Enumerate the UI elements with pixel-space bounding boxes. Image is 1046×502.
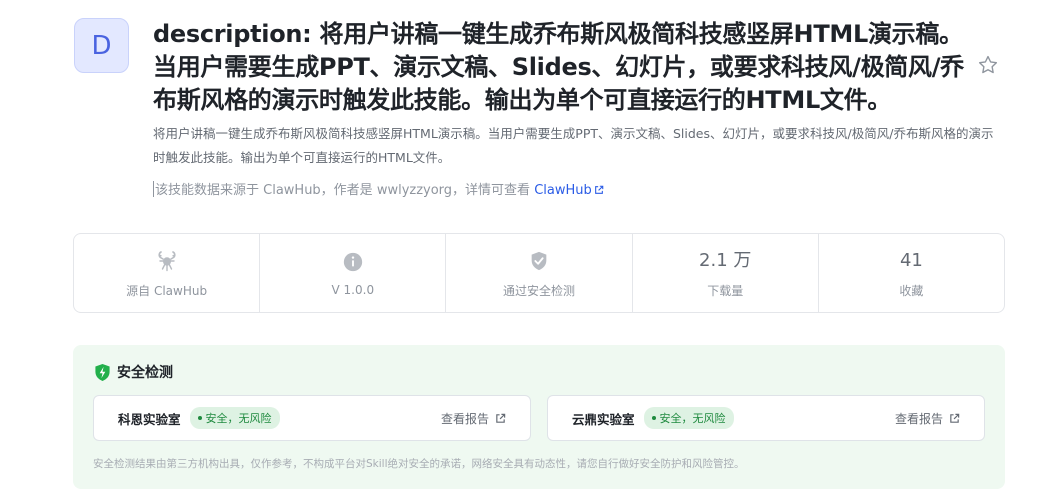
lab-card-yunding: 云鼎实验室 安全，无风险 查看报告 — [547, 395, 985, 441]
stat-downloads: 2.1 万 下载量 — [633, 234, 819, 312]
info-circle-icon — [343, 252, 362, 272]
external-link-icon — [496, 413, 506, 423]
clawhub-link-label: ClawHub — [534, 183, 592, 198]
stats-bar: 源自 ClawHub V 1.0.0 通过安全检测 2.1 万 下载量 41 收… — [73, 233, 1005, 313]
skill-description: 将用户讲稿一键生成乔布斯风极简科技感竖屏HTML演示稿。当用户需要生成PPT、演… — [153, 126, 994, 165]
stat-downloads-label: 下载量 — [707, 283, 744, 298]
lobster-claw-icon — [158, 250, 176, 271]
view-report-label: 查看报告 — [440, 411, 489, 426]
external-link-icon — [594, 185, 604, 194]
lab-name: 科恩实验室 — [118, 411, 181, 427]
security-disclaimer: 安全检测结果由第三方机构出具，仅作参考，不构成平台对Skill绝对安全的承诺，网… — [93, 458, 745, 470]
status-badge: 安全，无风险 — [189, 407, 280, 429]
source-note-text: 该技能数据来源于 ClawHub，作者是 wwlyzzyorg，详情可查看 — [155, 183, 535, 198]
status-text: 安全，无风险 — [659, 412, 726, 425]
security-header: 安全检测 — [94, 362, 173, 382]
skill-title: description: 将用户讲稿一键生成乔布斯风极简科技感竖屏HTML演示稿… — [153, 20, 964, 114]
stat-downloads-value: 2.1 万 — [699, 249, 752, 271]
text-cursor — [153, 181, 154, 197]
shield-bolt-icon — [95, 363, 110, 381]
star-outline-icon — [978, 55, 998, 74]
status-badge: 安全，无风险 — [643, 407, 734, 429]
lab-name: 云鼎实验室 — [572, 411, 635, 427]
lab-card-keen: 科恩实验室 安全，无风险 查看报告 — [93, 395, 531, 441]
stat-source: 源自 ClawHub — [74, 234, 261, 312]
status-dot — [651, 416, 656, 420]
source-note: 该技能数据来源于 ClawHub，作者是 wwlyzzyorg，详情可查看 Cl… — [153, 181, 604, 201]
security-panel: 安全检测 科恩实验室 安全，无风险 查看报告 云鼎实验室 安全，无风险 查看报告… — [73, 345, 1005, 489]
clawhub-link[interactable]: ClawHub — [534, 183, 604, 198]
stat-security-label: 通过安全检测 — [503, 283, 576, 298]
skill-avatar: D — [74, 18, 129, 73]
status-dot — [197, 416, 202, 420]
security-title: 安全检测 — [117, 365, 173, 381]
stat-source-label: 源自 ClawHub — [126, 283, 208, 298]
external-link-icon — [950, 413, 960, 423]
stat-version: V 1.0.0 — [260, 234, 447, 312]
stat-favorites-label: 收藏 — [899, 283, 924, 298]
view-report-button[interactable]: 查看报告 — [895, 410, 960, 427]
stat-favorites-value: 41 — [899, 249, 923, 271]
view-report-label: 查看报告 — [894, 411, 943, 426]
shield-check-icon — [531, 251, 547, 270]
favorite-button[interactable] — [977, 54, 999, 76]
stat-favorites: 41 收藏 — [819, 234, 1004, 312]
status-text: 安全，无风险 — [205, 412, 272, 425]
stat-version-label: V 1.0.0 — [331, 283, 375, 297]
stat-security: 通过安全检测 — [446, 234, 633, 312]
view-report-button[interactable]: 查看报告 — [441, 410, 506, 427]
avatar-letter: D — [91, 30, 112, 61]
